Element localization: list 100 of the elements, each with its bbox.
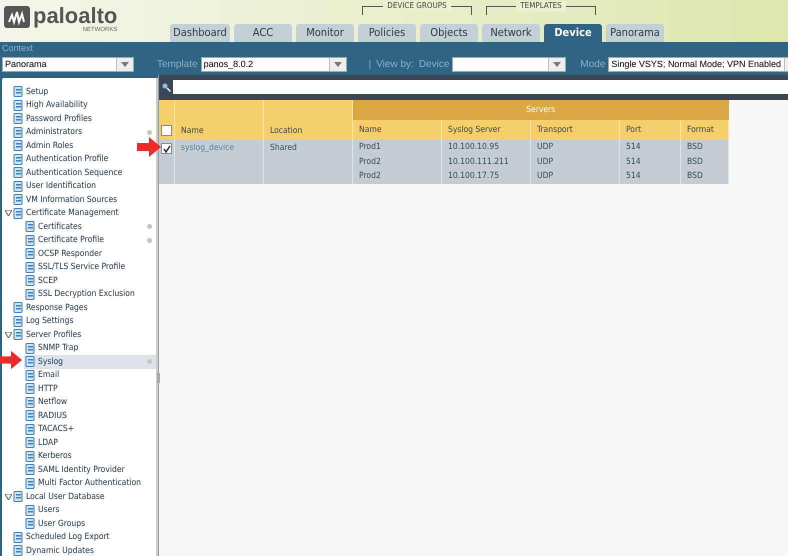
document-icon (13, 316, 24, 327)
table-cell: BSD (680, 169, 728, 184)
document-icon (13, 140, 24, 152)
collapse-triangle-icon[interactable] (4, 332, 12, 338)
tree-item[interactable]: SAML Identity Provider (24, 463, 127, 476)
tree-item[interactable]: User Groups (24, 517, 88, 530)
document-icon (13, 180, 24, 192)
tree-item[interactable]: Administrators (2, 126, 156, 139)
document-icon (13, 208, 24, 219)
tree-item[interactable]: Multi Factor Authentication (24, 476, 144, 490)
tree-item[interactable]: Syslog (24, 355, 156, 368)
tree-item[interactable]: Local User Database (2, 490, 107, 504)
column-header: Location (264, 100, 352, 140)
table-cell: 10.100.17.75 (442, 169, 530, 184)
tree-item[interactable]: OCSP Responder (24, 247, 104, 260)
tree-item[interactable]: RADIUS (24, 409, 69, 422)
tree-item[interactable]: Dynamic Updates (2, 544, 96, 556)
device-dropdown[interactable] (452, 56, 566, 72)
table-cell: BSD (680, 140, 728, 154)
tree-item[interactable]: VM Information Sources (2, 193, 120, 206)
nav-tab[interactable]: Monitor (296, 24, 354, 42)
tree-item[interactable]: LDAP (24, 436, 60, 450)
nav-tab[interactable]: Objects (420, 24, 478, 42)
search-icon[interactable] (161, 82, 171, 92)
tree-item[interactable]: TACACS+ (24, 422, 76, 436)
checkbox[interactable] (161, 125, 172, 136)
tree-item[interactable]: Log Settings (2, 314, 76, 328)
tree-item[interactable]: Server Profiles (2, 328, 84, 342)
tree-item[interactable]: Kerberos (24, 450, 74, 463)
table-cell: 514 (620, 169, 680, 184)
caret-icon (121, 62, 129, 66)
tree-item[interactable]: Certificate Management (2, 206, 121, 220)
tree-item[interactable]: HTTP (24, 382, 60, 396)
tree-item[interactable]: Certificate Profile (24, 234, 156, 247)
caret-icon (334, 62, 342, 66)
table-cell: 514 (620, 154, 680, 169)
annotation-arrow-icon (0, 350, 22, 370)
nav-tab[interactable]: Network (482, 24, 540, 42)
document-icon (25, 450, 36, 462)
nav-tab[interactable]: Device (544, 24, 602, 42)
tree-item[interactable]: Certificates (24, 220, 156, 234)
view-by-label: View by: (376, 58, 414, 70)
table-cell: 514 (620, 140, 680, 154)
logo-icon (4, 6, 30, 28)
document-icon (25, 370, 36, 381)
document-icon (13, 329, 24, 340)
table-cell: Prod2 (352, 169, 442, 184)
tree-item[interactable]: Scheduled Log Export (2, 530, 112, 544)
tree-item[interactable]: SSL/TLS Service Profile (24, 260, 128, 274)
tree-item[interactable]: Password Profiles (2, 112, 94, 126)
document-icon (25, 234, 36, 246)
document-icon (13, 100, 24, 111)
tree-item[interactable]: Users (24, 504, 62, 517)
document-icon (13, 113, 24, 124)
tree-item[interactable]: High Availability (2, 98, 90, 112)
document-icon (25, 424, 36, 435)
nav-tab[interactable]: Dashboard (170, 24, 230, 42)
document-icon (25, 356, 36, 368)
document-icon (25, 518, 36, 530)
template-dropdown[interactable]: panos_8.0.2 (200, 56, 347, 72)
document-icon (25, 221, 36, 232)
logo-wordmark: paloalto (33, 6, 118, 26)
column-header: Name (352, 120, 442, 140)
tree-item[interactable]: Netflow (24, 396, 70, 409)
tree-item[interactable]: Setup (2, 85, 50, 98)
tree-item[interactable]: SNMP Trap (24, 342, 80, 355)
column-header: Format (680, 120, 728, 140)
tree-item[interactable]: Admin Roles (2, 139, 76, 152)
document-icon (25, 288, 36, 300)
collapse-triangle-icon[interactable] (4, 494, 12, 500)
document-icon (25, 383, 36, 394)
nav-tab[interactable]: Panorama (606, 24, 664, 42)
tree-item[interactable]: User Identification (2, 180, 98, 193)
collapse-triangle-icon[interactable] (4, 210, 12, 216)
table-cell: Shared (264, 140, 352, 184)
tree-item[interactable]: Email (24, 368, 62, 382)
document-icon (25, 275, 36, 286)
checkbox[interactable] (161, 143, 172, 154)
document-icon (25, 248, 36, 260)
table-cell: UDP (530, 169, 620, 184)
document-icon (13, 545, 24, 556)
nav-tab[interactable]: ACC (234, 24, 292, 42)
mode-dropdown[interactable]: Single VSYS; Normal Mode; VPN Enabled (608, 56, 788, 72)
table-cell: Prod1 (352, 140, 442, 154)
separator-label: | (368, 58, 372, 70)
document-icon (13, 86, 24, 98)
document-icon (25, 504, 36, 516)
tree-item[interactable]: SSL Decryption Exclusion (24, 288, 137, 301)
tree-item[interactable]: Response Pages (2, 301, 90, 314)
document-icon (25, 464, 36, 476)
tree-item[interactable]: Authentication Profile (2, 152, 110, 166)
search-field[interactable] (173, 80, 788, 94)
nav-tab[interactable]: Policies (358, 24, 416, 42)
tree-item[interactable]: SCEP (24, 274, 60, 288)
tree-item[interactable]: Authentication Sequence (2, 166, 124, 180)
table-cell: UDP (530, 140, 620, 154)
context-dropdown[interactable]: Panorama (2, 56, 134, 72)
column-header: Syslog Server (442, 120, 530, 140)
document-icon (13, 491, 24, 502)
document-icon (25, 437, 36, 448)
